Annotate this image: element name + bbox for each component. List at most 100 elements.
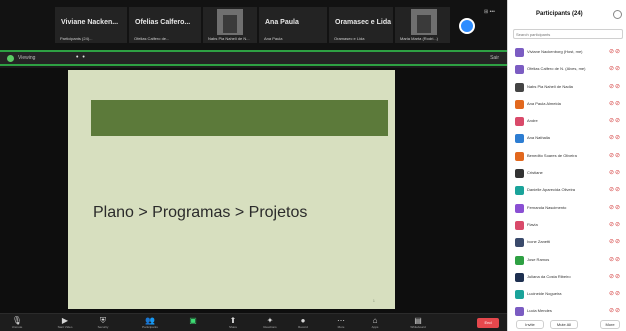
chat-button[interactable]: ▣ [182, 316, 204, 330]
avatar [515, 151, 524, 161]
share-bar-right-label[interactable]: Sair [490, 55, 499, 61]
tile-name: Ofelias Calfero... [135, 19, 191, 26]
tile-caption: Participants (24)... [60, 36, 93, 41]
participant-name: Ana Nathalia [527, 135, 550, 141]
share-screen-icon: ⬆ [229, 316, 237, 325]
people-icon: 👥 [145, 316, 155, 325]
participant-row[interactable]: Nabs Pia Naheli de Nadia ⊘⊘ [508, 79, 626, 96]
participant-row[interactable]: Cristiane ⊘⊘ [508, 165, 626, 182]
invite-button[interactable]: Invite [516, 320, 544, 329]
muted-mic-icon: ⊘⊘ [609, 187, 622, 194]
security-button[interactable]: ⛨ Security [92, 316, 114, 330]
panel-footer: Invite Mute All More [508, 318, 626, 331]
tile-name: Viviane Nacken... [61, 19, 119, 26]
slide-header-bar [91, 100, 388, 136]
screen-share-bar: Viewing • • Sair [0, 50, 507, 66]
tile-caption: Oramasec e Lida [334, 36, 365, 41]
more-options-button[interactable]: More [600, 320, 620, 329]
participant-row[interactable]: Flavia ⊘⊘ [508, 217, 626, 234]
participant-row[interactable]: Ofelias Calfero de N. (Alves, me) ⊘⊘ [508, 61, 626, 78]
reactions-button[interactable]: ✦ Reactions [258, 316, 282, 330]
status-icon [7, 55, 14, 62]
avatar [515, 117, 524, 127]
presentation-slide: Plano > Programas > Projetos 1 [68, 70, 395, 309]
muted-mic-icon: ⊘⊘ [609, 66, 622, 73]
tile-caption: Ana Paula [264, 36, 283, 41]
gallery-options-button[interactable]: ⊞ ••• [484, 9, 495, 15]
mute-button[interactable]: 🎙 Unmute [6, 316, 28, 330]
muted-mic-icon: ⊘⊘ [609, 256, 622, 263]
video-thumbnail [217, 9, 243, 35]
end-meeting-button[interactable]: End [477, 318, 499, 328]
muted-mic-icon: ⊘⊘ [609, 291, 622, 298]
video-tile[interactable]: Ana Paula Ana Paula [259, 7, 327, 43]
chat-icon: ▣ [189, 316, 197, 325]
camera-icon: ▶ [61, 316, 69, 325]
more-button[interactable]: ⋯ More [330, 316, 352, 330]
slide-text: Plano > Programas > Projetos [93, 204, 308, 221]
video-button[interactable]: ▶ Start Video [52, 316, 78, 330]
tile-caption: Nabs Pia Naheli de N... [208, 36, 250, 41]
participant-row[interactable]: Ana Nathalia ⊘⊘ [508, 130, 626, 147]
shared-screen: Plano > Programas > Projetos 1 [0, 68, 507, 313]
participant-row[interactable]: Jose Ramos ⊘⊘ [508, 252, 626, 269]
video-tile[interactable]: Maria Marta (Rodri...) [395, 7, 450, 43]
participant-name: Benedito Soares de Oliveira [527, 152, 577, 158]
participant-name: Juliana da Costa Ribeiro [527, 273, 571, 279]
share-button[interactable]: ⬆ Share [222, 316, 244, 330]
avatar [515, 290, 524, 300]
apps-icon: ⌂ [372, 316, 378, 325]
view-options-button[interactable]: Viewing [18, 55, 35, 61]
close-icon[interactable] [613, 10, 622, 19]
participants-panel: Participants (24) Viviane Nackenborg (Ho… [507, 0, 626, 331]
avatar [515, 48, 524, 57]
zoom-window: Viviane Nacken... Participants (24)... O… [0, 0, 626, 331]
participant-name: Cristiane [527, 170, 543, 176]
muted-mic-icon: ⊘⊘ [609, 170, 622, 177]
search-input[interactable] [516, 31, 620, 38]
participant-row[interactable]: Juliana da Costa Ribeiro ⊘⊘ [508, 269, 626, 286]
video-thumbnail [411, 9, 437, 35]
participant-name: Lucia Mendes [527, 308, 552, 314]
participants-button[interactable]: 👥 Participants [136, 316, 164, 330]
avatar [515, 186, 524, 196]
participant-row[interactable]: Andre ⊘⊘ [508, 113, 626, 130]
video-tile[interactable]: Viviane Nacken... Participants (24)... [55, 7, 127, 43]
participant-search[interactable] [513, 29, 623, 39]
participant-row[interactable]: Ana Paula Almeida ⊘⊘ [508, 96, 626, 113]
participant-name: Ana Paula Almeida [527, 100, 561, 106]
avatar [515, 220, 524, 230]
participant-name: Andre [527, 118, 538, 124]
participant-name: Ivone Zanetti [527, 239, 551, 245]
participant-row[interactable]: Danielle Aparecida Oliveira ⊘⊘ [508, 182, 626, 199]
avatar [515, 169, 524, 179]
meeting-controls-bar: 🎙 Unmute ▶ Start Video ⛨ Security 👥 Particip… [0, 313, 507, 331]
participant-row[interactable]: Ivone Zanetti ⊘⊘ [508, 234, 626, 251]
whiteboard-button[interactable]: ▤ Whiteboard [402, 316, 434, 330]
avatar [515, 255, 524, 265]
share-indicator-dots: • • [76, 54, 86, 61]
video-tile[interactable]: Nabs Pia Naheli de N... [203, 7, 257, 43]
mute-all-button[interactable]: Mute All [550, 320, 578, 329]
microphone-icon: 🎙 [11, 316, 23, 325]
muted-mic-icon: ⊘⊘ [609, 239, 622, 246]
participant-name: Nabs Pia Naheli de Nadia [527, 83, 573, 89]
avatar [515, 272, 524, 282]
participant-name: Jose Ramos [527, 256, 550, 262]
participant-row[interactable]: Fernanda Nascimento ⊘⊘ [508, 200, 626, 217]
participant-row[interactable]: Benedito Soares de Oliveira ⊘⊘ [508, 148, 626, 165]
muted-mic-icon: ⊘⊘ [609, 100, 622, 107]
video-tile[interactable]: Ofelias Calfero... Ofelias Calfero de... [129, 7, 201, 43]
participant-name: Flavia [527, 221, 538, 227]
muted-mic-icon: ⊘⊘ [609, 135, 622, 142]
tile-caption: Maria Marta (Rodri...) [400, 36, 439, 41]
participant-name: Lucineide Nogueira [527, 291, 562, 297]
record-button[interactable]: ● Record [292, 316, 314, 330]
profile-avatar[interactable] [459, 18, 475, 34]
participant-row[interactable]: Viviane Nackenborg (Host, me) ⊘⊘ [508, 44, 626, 61]
apps-button[interactable]: ⌂ Apps [364, 316, 386, 330]
tile-name: Oramasec e Lida [335, 19, 392, 26]
participant-row[interactable]: Lucineide Nogueira ⊘⊘ [508, 286, 626, 303]
avatar [515, 65, 524, 75]
video-tile[interactable]: Oramasec e Lida Oramasec e Lida [329, 7, 393, 43]
